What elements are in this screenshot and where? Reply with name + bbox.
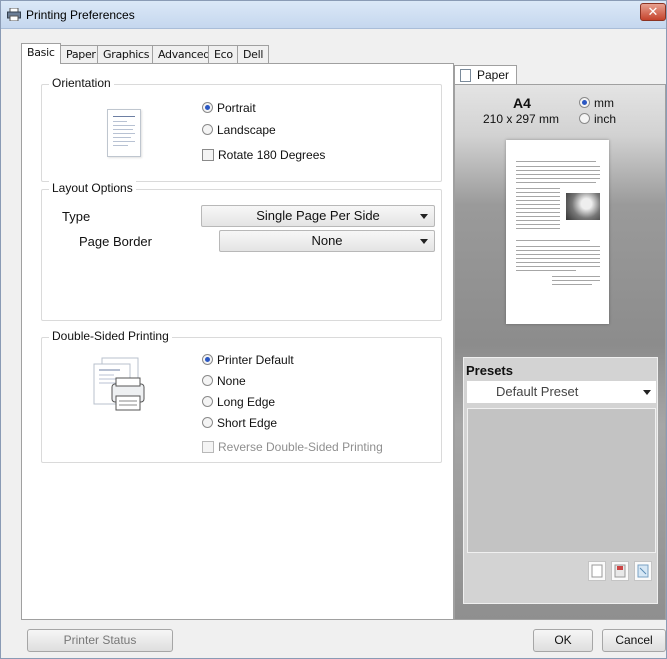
tab-paper[interactable]: Paper — [60, 45, 98, 64]
printing-preferences-window: Printing Preferences ✕ Basic Paper Graph… — [0, 0, 667, 659]
duplex-printer-icon — [93, 357, 145, 411]
new-page-icon — [591, 564, 603, 578]
printer-icon — [7, 8, 21, 21]
reverse-duplex-label: Reverse Double-Sided Printing — [218, 440, 383, 454]
unit-inch-label: inch — [594, 112, 617, 126]
preview-photo — [566, 193, 600, 220]
unit-inch-option[interactable]: inch — [579, 112, 616, 126]
page-border-value: None — [311, 233, 343, 248]
basic-tab-panel: Orientation Portrait Landscape Rotate 18… — [21, 63, 454, 620]
landscape-option[interactable]: Landscape — [202, 122, 276, 138]
landscape-radio[interactable] — [202, 124, 213, 135]
ok-button[interactable]: OK — [533, 629, 593, 652]
long-edge-label: Long Edge — [217, 395, 276, 409]
cancel-button[interactable]: Cancel — [602, 629, 666, 652]
layout-options-group: Layout Options Type Single Page Per Side… — [41, 181, 442, 321]
short-edge-option[interactable]: Short Edge — [202, 415, 277, 431]
delete-icon — [637, 564, 649, 578]
page-preview — [506, 140, 609, 324]
save-icon — [614, 564, 626, 578]
portrait-radio[interactable] — [202, 102, 213, 113]
duplex-none-option[interactable]: None — [202, 373, 246, 389]
preview-panel: A4 210 x 297 mm mm inch Presets Default … — [454, 84, 666, 620]
short-edge-radio[interactable] — [202, 417, 213, 428]
chevron-down-icon — [420, 239, 428, 244]
printer-status-button[interactable]: Printer Status — [27, 629, 173, 652]
close-button[interactable]: ✕ — [640, 3, 666, 21]
short-edge-label: Short Edge — [217, 416, 278, 430]
layout-options-group-label: Layout Options — [49, 181, 136, 195]
reverse-duplex-option: Reverse Double-Sided Printing — [202, 439, 383, 455]
layout-type-value: Single Page Per Side — [256, 208, 380, 223]
delete-preset-button[interactable] — [634, 561, 652, 581]
tab-dell[interactable]: Dell — [237, 45, 269, 64]
presets-section: Presets Default Preset — [463, 357, 658, 604]
rotate-180-option[interactable]: Rotate 180 Degrees — [202, 147, 325, 163]
presets-label: Presets — [466, 363, 513, 378]
unit-inch-radio[interactable] — [579, 113, 590, 124]
rotate-180-label: Rotate 180 Degrees — [218, 148, 326, 162]
long-edge-radio[interactable] — [202, 396, 213, 407]
portrait-page-icon — [107, 109, 141, 157]
rotate-180-checkbox[interactable] — [202, 149, 214, 161]
paper-preview-tab[interactable]: Paper — [454, 65, 517, 84]
chevron-down-icon — [420, 214, 428, 219]
tab-eco[interactable]: Eco — [208, 45, 238, 64]
tab-graphics[interactable]: Graphics — [97, 45, 153, 64]
double-sided-group-label: Double-Sided Printing — [49, 329, 172, 343]
reverse-duplex-checkbox — [202, 441, 214, 453]
new-preset-button[interactable] — [588, 561, 606, 581]
landscape-label: Landscape — [217, 123, 276, 137]
portrait-option[interactable]: Portrait — [202, 100, 256, 116]
tab-strip: Basic Paper Graphics Advanced Eco Dell — [21, 43, 269, 64]
double-sided-group: Double-Sided Printing Printer Default No… — [41, 329, 442, 463]
long-edge-option[interactable]: Long Edge — [202, 394, 275, 410]
tab-basic[interactable]: Basic — [21, 43, 61, 64]
presets-list[interactable] — [467, 408, 656, 553]
duplex-none-radio[interactable] — [202, 375, 213, 386]
layout-type-dropdown[interactable]: Single Page Per Side — [201, 205, 435, 227]
unit-mm-option[interactable]: mm — [579, 96, 614, 110]
printer-default-label: Printer Default — [217, 353, 294, 367]
paper-size-dimensions: 210 x 297 mm — [483, 112, 560, 126]
window-title: Printing Preferences — [26, 8, 135, 22]
unit-mm-radio[interactable] — [579, 97, 590, 108]
save-preset-button[interactable] — [611, 561, 629, 581]
title-bar: Printing Preferences ✕ — [1, 1, 666, 29]
page-icon — [460, 69, 471, 82]
orientation-group-label: Orientation — [49, 76, 114, 90]
presets-selected-value: Default Preset — [496, 384, 579, 399]
printer-default-option[interactable]: Printer Default — [202, 352, 294, 368]
duplex-none-label: None — [217, 374, 246, 388]
orientation-group: Orientation Portrait Landscape Rotate 18… — [41, 76, 442, 182]
tab-advanced[interactable]: Advanced — [152, 45, 210, 64]
printer-default-radio[interactable] — [202, 354, 213, 365]
portrait-label: Portrait — [217, 101, 256, 115]
page-border-dropdown[interactable]: None — [219, 230, 435, 252]
presets-dropdown[interactable]: Default Preset — [467, 381, 656, 403]
paper-preview-tab-label: Paper — [477, 68, 510, 82]
type-label: Type — [62, 209, 91, 224]
paper-size-name: A4 — [513, 95, 531, 111]
unit-mm-label: mm — [594, 96, 614, 110]
chevron-down-icon — [643, 390, 651, 395]
page-border-label: Page Border — [79, 234, 152, 249]
